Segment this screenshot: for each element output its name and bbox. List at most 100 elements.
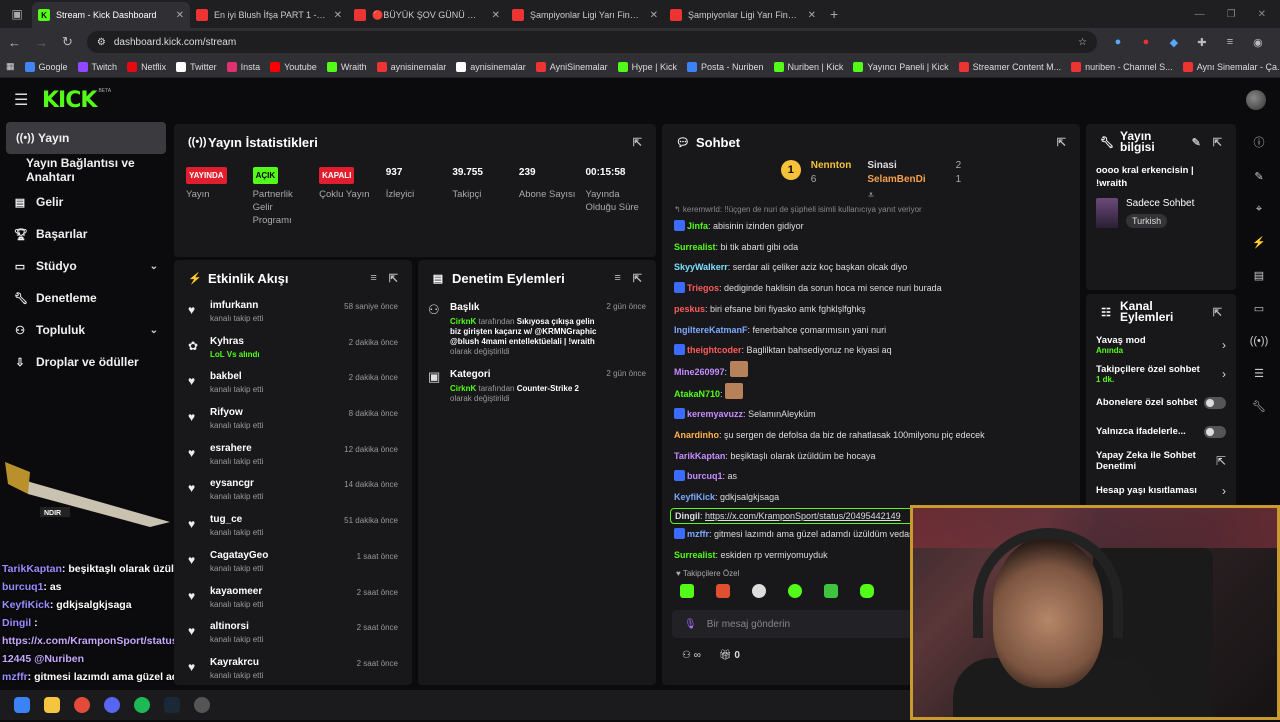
moderator-name[interactable]: CirknK [450,384,476,393]
channel-action-row[interactable]: Yalnızca ifadelerle... [1086,417,1236,446]
popout-icon[interactable]: ⇱ [1213,136,1222,149]
puzzle-icon[interactable]: ✚ [1195,36,1209,49]
close-tab-icon[interactable]: ✕ [334,10,342,21]
event-username[interactable]: kayaomeer [210,586,263,597]
expand-leaderboard-icon[interactable]: ⩡ [662,190,1080,204]
playlist-icon[interactable]: ≡ [1223,36,1237,49]
sidebar-item-topluluk[interactable]: ⚇ Topluluk ⌄ [0,314,172,346]
chat-username[interactable]: mzffr [687,529,709,539]
event-row[interactable]: ♥ Rifyow kanalı takip etti 8 dakika önce [174,403,412,439]
browser-tab[interactable]: Şampiyonlar Ligi Yarı Final | Atle ✕ [664,2,822,28]
discord-icon[interactable] [104,697,120,713]
emote-icon[interactable] [716,584,730,599]
chrome-icon[interactable] [74,697,90,713]
close-window-icon[interactable]: ✕ [1258,9,1266,20]
chatters-icon[interactable]: ⚇ ∞ [682,650,701,661]
microphone-icon[interactable]: 🎙︎ [684,619,697,630]
sidebar-item-basarilar[interactable]: 🏆︎ Başarılar [0,218,172,250]
target-icon[interactable]: ⌖ [1256,203,1262,216]
event-row[interactable]: ♥ altinorsi kanalı takip etti 2 saat önce [174,617,412,653]
popout-icon[interactable]: ⇱ [1213,306,1222,319]
event-row[interactable]: ♥ bakbel kanalı takip etti 2 dakika önce [174,367,412,403]
chat-icon[interactable]: ▭ [1254,302,1264,315]
sidebar-item-yayin[interactable]: ((•)) Yayın [6,122,166,154]
bookmark-item[interactable]: Google [24,61,68,72]
bookmark-item[interactable]: Insta [226,61,260,72]
chat-username[interactable]: Surrealist [674,550,716,560]
chat-username[interactable]: Anardinho [674,430,719,440]
forward-icon[interactable]: → [35,35,48,50]
browser-tab[interactable]: Şampiyonlar Ligi Yarı Final | PSG ✕ [506,2,664,28]
chat-username[interactable]: peskus [674,304,705,314]
user-avatar[interactable] [1246,90,1266,110]
bookmark-item[interactable]: Twitch [77,61,117,72]
moderator-name[interactable]: CirknK [450,317,476,326]
bookmark-item[interactable]: Aynı Sinemalar - Ça... [1182,61,1280,72]
kick-logo[interactable]: KICK [42,88,97,113]
emote-icon[interactable] [752,584,766,599]
steam-icon[interactable] [164,697,180,713]
chat-username[interactable]: TarikKaptan [674,451,725,461]
bookmark-item[interactable]: Youtube [270,61,317,72]
popout-icon[interactable]: ⇱ [389,272,398,285]
chat-link[interactable]: https://x.com/KramponSport/status/204954… [705,511,901,521]
info-icon[interactable]: ⓘ [1254,134,1265,150]
emote-icon[interactable] [860,584,874,599]
chat-username[interactable]: Dingil [675,511,700,521]
hamburger-menu-icon[interactable]: ☰ [14,90,30,110]
browser-tab[interactable]: En iyi Blush İfşa PART 1 - Tier Li ✕ [190,2,348,28]
shield-icon[interactable]: ◆ [1167,36,1181,49]
bookmark-item[interactable]: Posta - Nuriben [686,61,764,72]
chat-username[interactable]: IngiltereKatmanF [674,325,748,335]
category-name[interactable]: Sadece Sohbet [1126,198,1194,209]
url-field[interactable]: ⚙ dashboard.kick.com/stream ☆ [86,31,1097,53]
chat-username[interactable]: SkyyWalkerr [674,262,728,272]
browser-tab[interactable]: K Stream - Kick Dashboard ✕ [32,2,190,28]
emote-icon[interactable] [824,584,838,599]
sidebar-item-studyo[interactable]: ▭ Stüdyo ⌄ [0,250,172,282]
tab-search-icon[interactable]: ▣ [6,3,28,25]
event-username[interactable]: Rifyow [210,407,263,418]
event-row[interactable]: ♥ CagatayGeo kanalı takip etti 1 saat önce [174,546,412,582]
event-username[interactable]: esrahere [210,443,263,454]
bookmark-item[interactable]: Streamer Content M... [958,61,1061,72]
bookmark-item[interactable]: Twitter [176,61,217,72]
file-explorer-icon[interactable] [44,697,60,713]
extension-icon[interactable]: ● [1111,36,1125,49]
bookmark-item[interactable]: aynisinemalar [376,61,446,72]
event-username[interactable]: tug_ce [210,514,263,525]
back-icon[interactable]: ← [8,35,21,50]
filter-icon[interactable]: ≡ [614,272,620,285]
toggle-switch[interactable] [1204,425,1226,438]
emote-icon[interactable] [788,584,802,599]
apps-grid-icon[interactable]: ▦ [6,61,15,72]
channel-action-row[interactable]: Abonelere özel sohbet [1086,388,1236,417]
chat-username[interactable]: theightcoder [687,345,742,355]
chat-username[interactable]: Triegos [687,283,719,293]
close-tab-icon[interactable]: ✕ [808,10,816,21]
sidebar-item-droplar[interactable]: ⇩ Droplar ve ödüller [0,346,172,378]
wrench-icon[interactable]: 🔧︎ [1252,400,1266,413]
bookmark-star-icon[interactable]: ☆ [1078,37,1087,48]
bookmark-item[interactable]: aynisinemalar [456,61,526,72]
event-username[interactable]: altinorsi [210,621,263,632]
event-username[interactable]: Kayrakrcu [210,657,263,668]
filter-icon[interactable]: ≡ [370,272,376,285]
channel-action-row[interactable]: Hesap yaşı kısıtlaması › [1086,476,1236,505]
maximize-icon[interactable]: ❐ [1227,9,1236,20]
browser-tab[interactable]: 🔴BÜYÜK ŞOV GÜNÜ 🔥 I GRİ ✕ [348,2,506,28]
extension-icon[interactable]: ● [1139,36,1153,49]
document-icon[interactable]: ▤ [1254,269,1264,282]
bookmark-item[interactable]: Wraith [326,61,367,72]
chat-username[interactable]: burcuq1 [687,471,723,481]
event-username[interactable]: Kyhras [210,336,260,347]
sidebar-item-stream-key[interactable]: Yayın Bağlantısı ve Anahtarı [0,154,172,186]
popout-icon[interactable]: ⇱ [1057,136,1066,149]
event-row[interactable]: ✿ Kyhras LoL Vs alındı 2 dakika önce [174,332,412,368]
event-username[interactable]: imfurkann [210,300,263,311]
pencil-icon[interactable]: ✎ [1254,170,1263,183]
channel-action-row[interactable]: Yapay Zeka ile Sohbet Denetimi ⇱ [1086,446,1236,476]
new-tab-icon[interactable]: + [822,6,846,28]
channel-action-row[interactable]: Yavaş mod Anında › [1086,330,1236,359]
leader-name[interactable]: SelamBenDi [867,174,925,185]
